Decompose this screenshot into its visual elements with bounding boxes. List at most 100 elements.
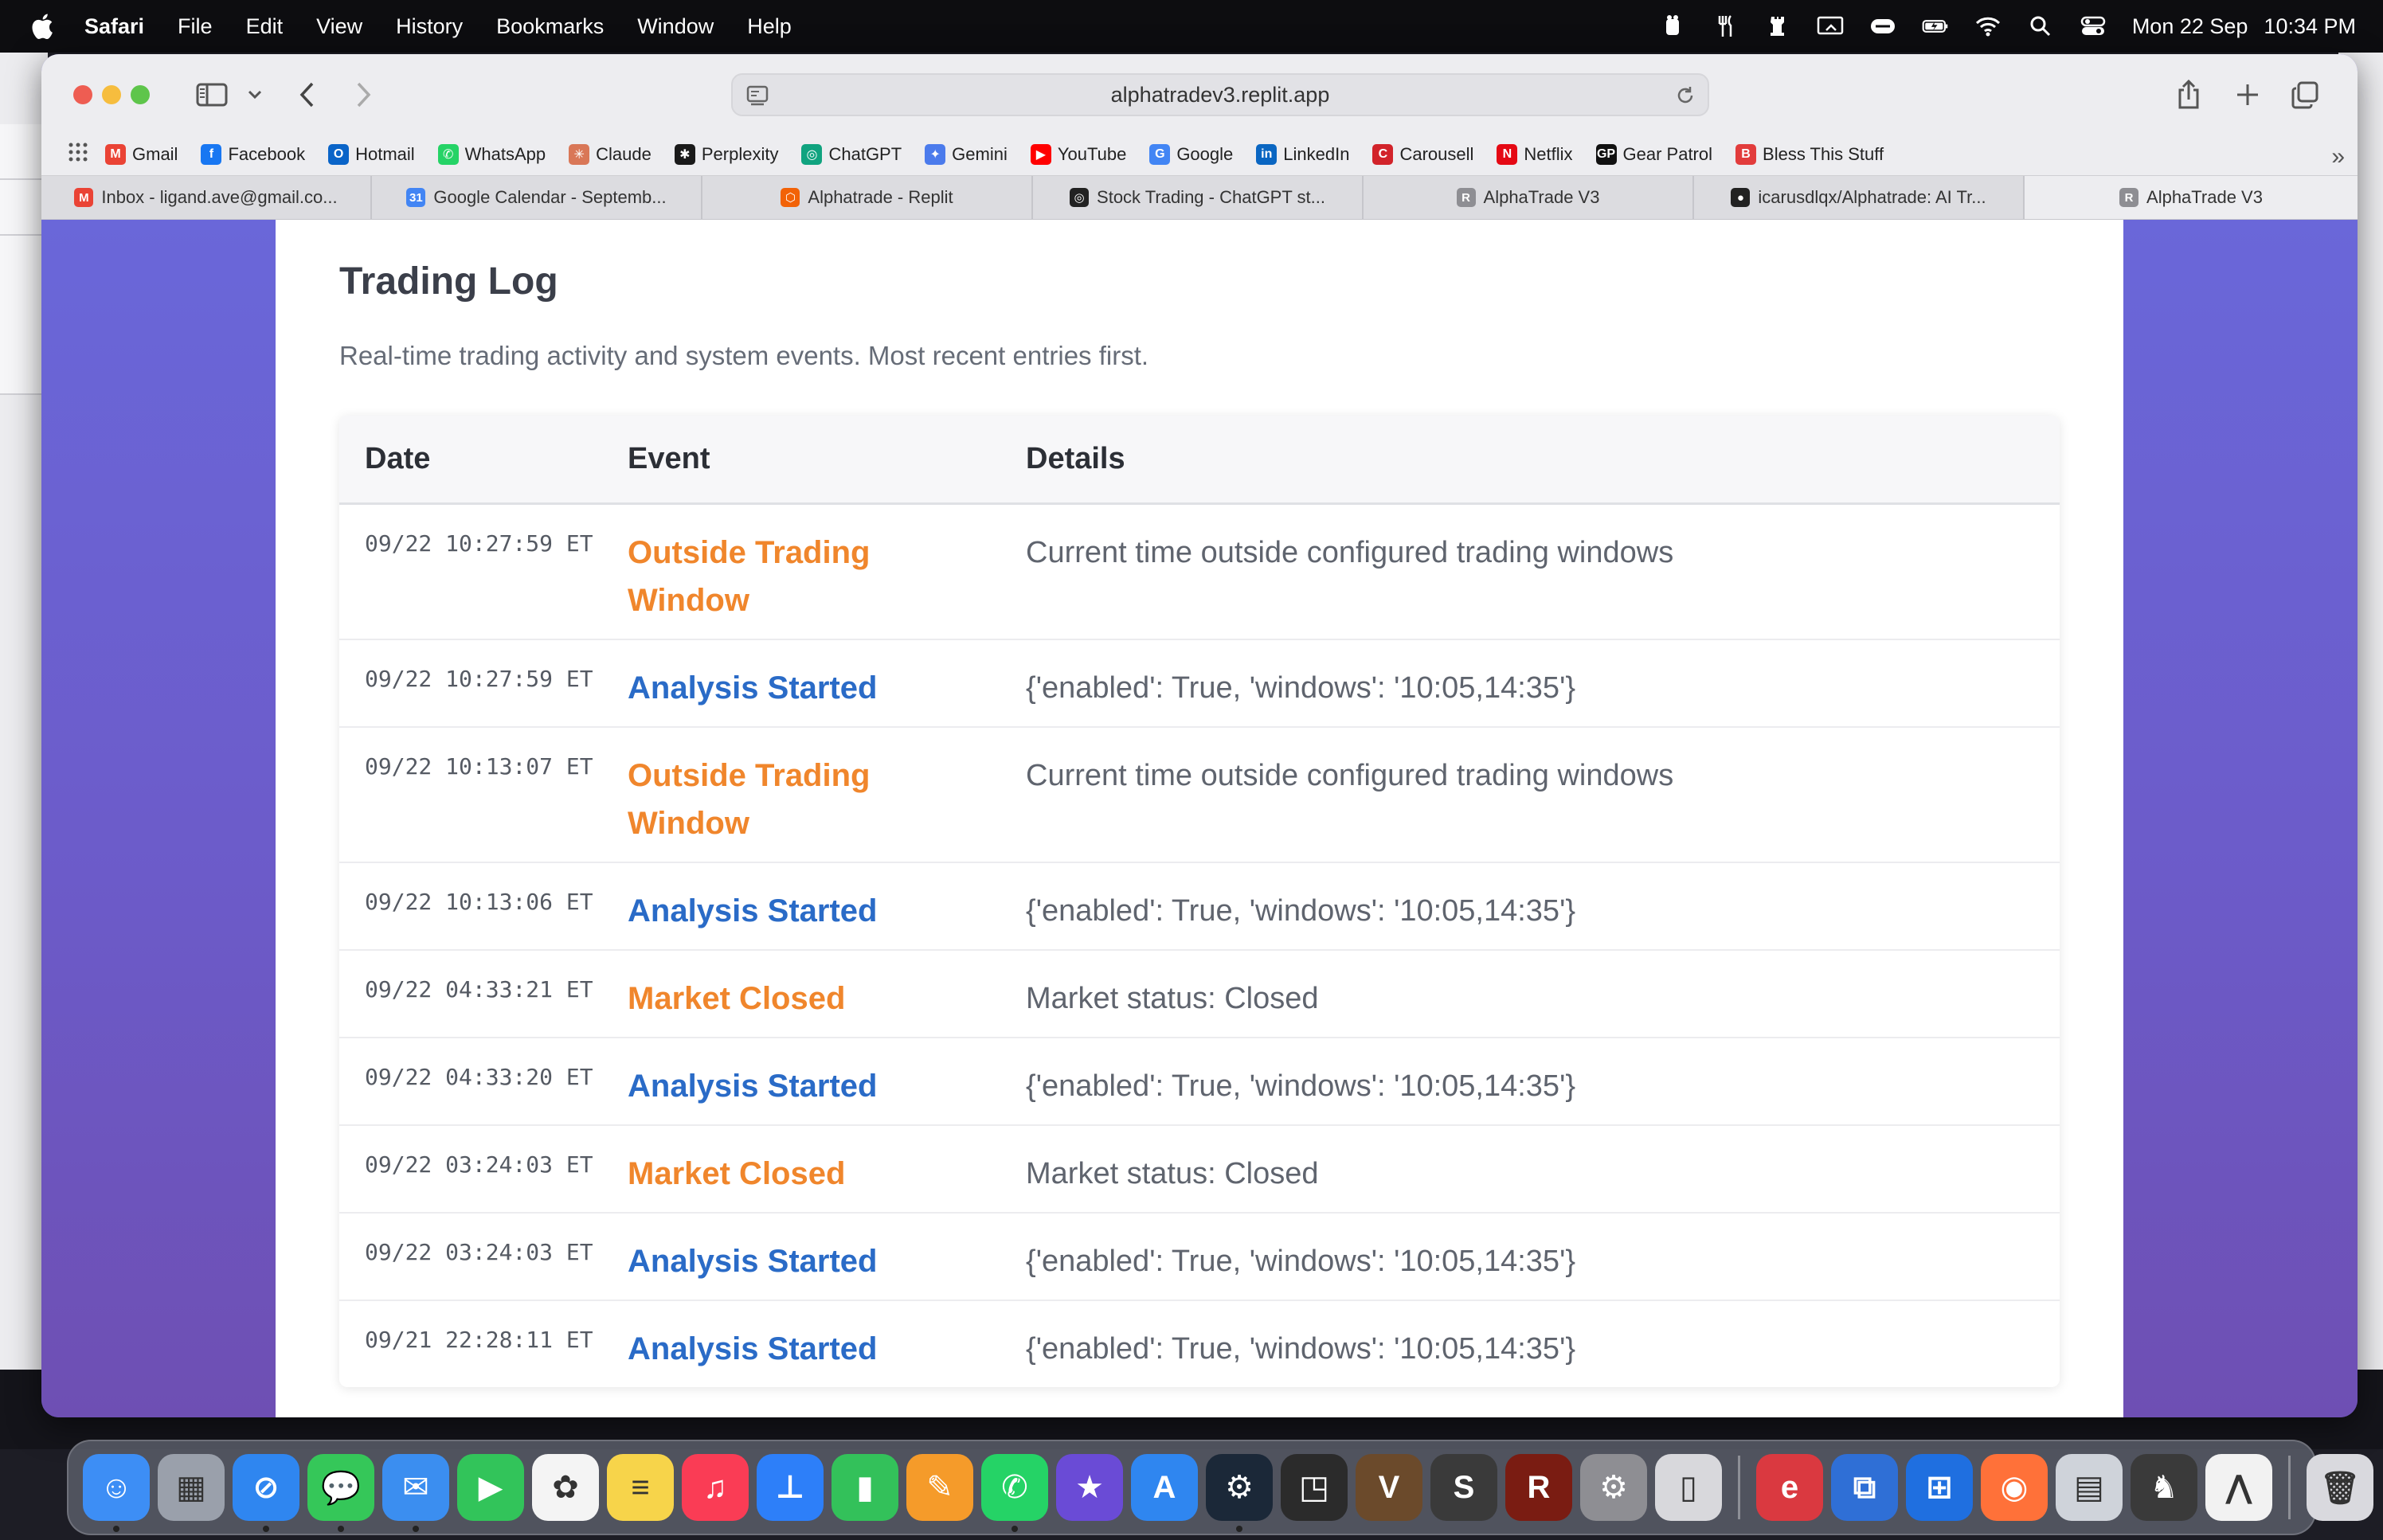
mail-icon[interactable]: ✉ (382, 1454, 449, 1532)
log-event: Analysis Started (628, 1244, 878, 1279)
bookmark-item[interactable]: ◎ ChatGPT (801, 144, 902, 165)
remote-desktop-icon[interactable]: ⧉ (1831, 1454, 1898, 1521)
browser-tab[interactable]: R AlphaTrade V3 (2025, 176, 2358, 219)
menu-bookmarks[interactable]: Bookmarks (496, 14, 604, 39)
bookmark-item[interactable]: f Facebook (201, 144, 305, 165)
github-icon: ● (1731, 188, 1751, 207)
log-details: Market status: Closed (1026, 1157, 1319, 1190)
battery-icon[interactable] (1922, 14, 1949, 38)
browser-tab[interactable]: ● icarusdlqx/Alphatrade: AI Tr... (1694, 176, 2025, 219)
back-button-icon[interactable] (292, 78, 323, 111)
status-app-icon[interactable] (1659, 14, 1686, 38)
new-tab-icon[interactable] (2232, 78, 2264, 111)
bookmark-item[interactable]: B Bless This Stuff (1735, 144, 1884, 165)
menu-help[interactable]: Help (747, 14, 792, 39)
dock: ☺ ▦ ⊘ 💬 ✉ ▶ ✿ ≡ ♫ ⊥ ▮ ✎ ✆ ★ A ⚙ ◳ V S R ⚙ ▯ e ⧉ ⊞ ◉ ▤ ♞ ⋀ 🗑 (67, 1440, 2373, 1535)
bookmark-item[interactable]: G Google (1149, 144, 1233, 165)
bookmarks-overflow-icon[interactable]: » (2331, 143, 2345, 170)
browser-tab[interactable]: M Inbox - ligand.ave@gmail.co... (41, 176, 372, 219)
spotlight-search-icon[interactable] (2027, 14, 2054, 38)
dock-icon-glyph: ♞ (2150, 1470, 2178, 1505)
bookmark-item[interactable]: ✳ Claude (569, 144, 652, 165)
notes-icon[interactable]: ≡ (607, 1454, 674, 1521)
bookmark-item[interactable]: ✦ Gemini (925, 144, 1008, 165)
bookmark-item[interactable]: M Gmail (105, 144, 178, 165)
finder-icon[interactable]: ☺ (83, 1454, 150, 1532)
menu-history[interactable]: History (396, 14, 463, 39)
menu-file[interactable]: File (178, 14, 213, 39)
browser-tab[interactable]: ⬡ Alphatrade - Replit (702, 176, 1033, 219)
carousell-icon: C (1372, 144, 1394, 165)
browser-tab[interactable]: ◎ Stock Trading - ChatGPT st... (1033, 176, 1364, 219)
menu-view[interactable]: View (316, 14, 362, 39)
firefox-icon[interactable]: ◉ (1981, 1454, 2048, 1521)
dock-icon-glyph: V (1378, 1469, 1400, 1505)
running-indicator (1236, 1526, 1242, 1532)
bookmark-item[interactable]: O Hotmail (328, 144, 415, 165)
imovie-icon[interactable]: ★ (1056, 1454, 1123, 1521)
perplexity-icon: ✱ (674, 144, 695, 165)
calendar-icon: 31 (406, 188, 426, 207)
numbers-icon[interactable]: ▮ (832, 1454, 898, 1521)
chess-rook-icon[interactable] (1764, 14, 1791, 38)
whatsapp-icon[interactable]: ✆ (981, 1454, 1048, 1532)
bookmark-item[interactable]: GP Gear Patrol (1595, 144, 1712, 165)
keynote-icon[interactable]: ⊥ (757, 1454, 824, 1521)
log-date: 09/22 10:13:06 ET (365, 889, 593, 915)
express-vpn-icon[interactable]: e (1756, 1454, 1823, 1521)
trash-icon[interactable]: 🗑 (2307, 1454, 2373, 1521)
messages-icon[interactable]: 💬 (307, 1454, 374, 1532)
vpn-icon[interactable] (1869, 14, 1896, 38)
bookmark-item[interactable]: ▶ YouTube (1030, 144, 1126, 165)
window-close-button[interactable] (73, 85, 92, 104)
log-details: Current time outside configured trading … (1026, 536, 1674, 569)
photos-icon[interactable]: ✿ (532, 1454, 599, 1521)
wifi-icon[interactable] (1974, 14, 2001, 38)
reload-icon[interactable] (1674, 84, 1696, 112)
bookmark-item[interactable]: C Carousell (1372, 144, 1473, 165)
safari-icon[interactable]: ⊘ (233, 1454, 299, 1532)
apple-menu-icon[interactable] (29, 10, 59, 42)
facetime-icon[interactable]: ▶ (457, 1454, 524, 1521)
system-settings-icon[interactable]: ⚙ (1580, 1454, 1647, 1521)
bookmark-item[interactable]: in LinkedIn (1256, 144, 1349, 165)
dock-icon-glyph: ★ (1075, 1470, 1104, 1505)
launchpad-icon[interactable]: ▦ (158, 1454, 225, 1521)
fork-knife-icon[interactable] (1712, 14, 1739, 38)
game-icon[interactable]: ♞ (2131, 1454, 2197, 1521)
bookmark-item[interactable]: ✆ WhatsApp (437, 144, 546, 165)
sidebar-toggle-icon[interactable] (194, 78, 229, 111)
control-center-icon[interactable] (2080, 14, 2107, 38)
forward-button-icon[interactable] (347, 78, 379, 111)
arc-icon[interactable]: ⋀ (2205, 1454, 2272, 1521)
window-minimize-button[interactable] (102, 85, 121, 104)
bookmark-item[interactable]: ✱ Perplexity (674, 144, 778, 165)
iphone-mirroring-icon[interactable]: ▯ (1655, 1454, 1722, 1521)
windows-app-icon[interactable]: ⊞ (1906, 1454, 1973, 1521)
screen-mirroring-icon[interactable] (1817, 14, 1844, 38)
bookmark-item[interactable]: N Netflix (1497, 144, 1573, 165)
menu-edit[interactable]: Edit (246, 14, 284, 39)
browser-tab[interactable]: 31 Google Calendar - Septemb... (372, 176, 702, 219)
apps-grid-icon[interactable] (67, 141, 89, 168)
menu-app-name[interactable]: Safari (84, 14, 144, 39)
pages-icon[interactable]: ✎ (906, 1454, 973, 1521)
rome-game-icon[interactable]: R (1505, 1454, 1572, 1521)
preview-icon[interactable]: ▤ (2056, 1454, 2123, 1521)
screenshot-icon[interactable]: ◳ (1281, 1454, 1348, 1521)
netflix-icon: N (1497, 144, 1518, 165)
menubar-clock[interactable]: Mon 22 Sep 10:34 PM (2132, 14, 2356, 39)
share-icon[interactable] (2173, 78, 2205, 111)
address-bar[interactable]: alphatradev3.replit.app (731, 73, 1709, 116)
browser-tab[interactable]: R AlphaTrade V3 (1364, 176, 1694, 219)
menu-window[interactable]: Window (637, 14, 714, 39)
shogun-game-icon[interactable]: S (1430, 1454, 1497, 1521)
music-icon[interactable]: ♫ (682, 1454, 749, 1521)
table-body: 09/22 10:27:59 ET Outside Trading Window C… (339, 505, 2060, 1387)
vectorworks-icon[interactable]: V (1356, 1454, 1422, 1521)
chevron-down-icon[interactable] (244, 78, 266, 111)
app-store-icon[interactable]: A (1131, 1454, 1198, 1521)
steam-icon[interactable]: ⚙ (1206, 1454, 1273, 1532)
tab-overview-icon[interactable] (2287, 78, 2322, 111)
window-zoom-button[interactable] (131, 85, 150, 104)
